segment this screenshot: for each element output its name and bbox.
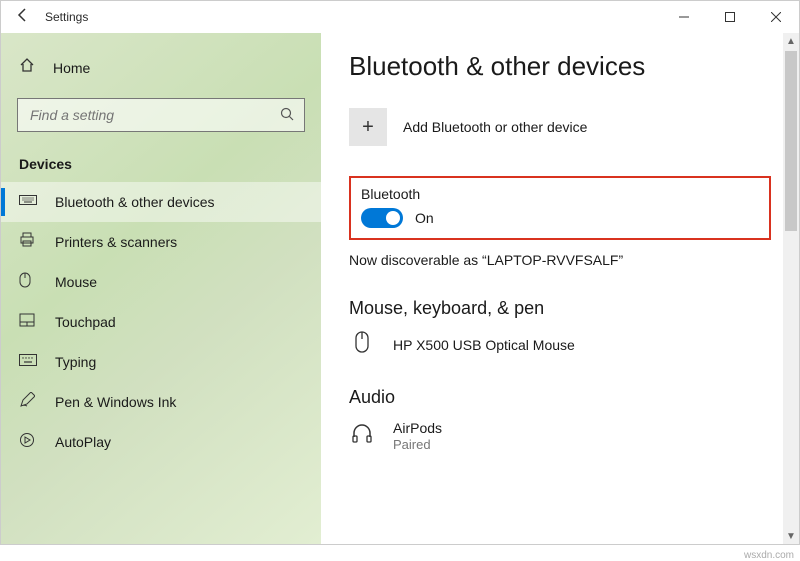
scrollbar[interactable]: ▲ ▼	[783, 33, 799, 544]
maximize-button[interactable]	[707, 1, 753, 33]
nav-autoplay[interactable]: AutoPlay	[1, 422, 321, 462]
home-icon	[19, 57, 39, 78]
nav-label: Touchpad	[55, 314, 116, 330]
device-name: HP X500 USB Optical Mouse	[393, 337, 575, 354]
nav-bluetooth[interactable]: Bluetooth & other devices	[1, 182, 321, 222]
nav-touchpad[interactable]: Touchpad	[1, 302, 321, 342]
search-icon	[280, 107, 294, 124]
mouse-icon	[19, 272, 41, 293]
nav-label: Printers & scanners	[55, 234, 177, 250]
group-audio-title: Audio	[349, 387, 771, 408]
keyboard-icon	[19, 193, 41, 212]
nav-typing[interactable]: Typing	[1, 342, 321, 382]
discoverable-text: Now discoverable as “LAPTOP-RVVFSALF”	[349, 252, 771, 268]
bluetooth-label: Bluetooth	[361, 186, 759, 202]
device-name: AirPods	[393, 420, 442, 437]
headphones-icon	[349, 422, 375, 450]
group-mouse-title: Mouse, keyboard, & pen	[349, 298, 771, 319]
typing-icon	[19, 353, 41, 371]
printer-icon	[19, 232, 41, 253]
home-nav[interactable]: Home	[1, 51, 321, 92]
content-pane: Bluetooth & other devices + Add Bluetoot…	[321, 33, 799, 544]
touchpad-icon	[19, 313, 41, 332]
page-title: Bluetooth & other devices	[349, 51, 771, 82]
bluetooth-highlight-box: Bluetooth On	[349, 176, 771, 240]
add-device-label: Add Bluetooth or other device	[403, 119, 587, 135]
device-status: Paired	[393, 437, 442, 453]
nav-mouse[interactable]: Mouse	[1, 262, 321, 302]
nav-label: AutoPlay	[55, 434, 111, 450]
scroll-track[interactable]	[783, 49, 799, 528]
search-field[interactable]	[28, 106, 267, 124]
home-label: Home	[53, 60, 90, 76]
back-button[interactable]	[1, 7, 45, 28]
nav-label: Mouse	[55, 274, 97, 290]
nav-label: Typing	[55, 354, 96, 370]
nav-pen[interactable]: Pen & Windows Ink	[1, 382, 321, 422]
watermark: wsxdn.com	[744, 550, 794, 561]
autoplay-icon	[19, 432, 41, 453]
mouse-device-icon	[349, 331, 375, 359]
bluetooth-toggle[interactable]	[361, 208, 403, 228]
device-row-mouse[interactable]: HP X500 USB Optical Mouse	[349, 331, 771, 359]
plus-icon: +	[349, 108, 387, 146]
bluetooth-state: On	[415, 210, 434, 226]
scroll-up-arrow[interactable]: ▲	[783, 33, 799, 49]
window-title: Settings	[45, 10, 88, 24]
pen-icon	[19, 392, 41, 413]
scroll-down-arrow[interactable]: ▼	[783, 528, 799, 544]
device-row-airpods[interactable]: AirPods Paired	[349, 420, 771, 452]
sidebar: Home Devices Bluetooth & other devices	[1, 33, 321, 544]
minimize-button[interactable]	[661, 1, 707, 33]
add-device-button[interactable]: + Add Bluetooth or other device	[349, 108, 771, 146]
nav-label: Pen & Windows Ink	[55, 394, 176, 410]
nav-printers[interactable]: Printers & scanners	[1, 222, 321, 262]
scroll-thumb[interactable]	[785, 51, 797, 231]
search-input[interactable]	[17, 98, 305, 132]
nav-label: Bluetooth & other devices	[55, 194, 215, 210]
close-button[interactable]	[753, 1, 799, 33]
category-header: Devices	[1, 150, 321, 182]
